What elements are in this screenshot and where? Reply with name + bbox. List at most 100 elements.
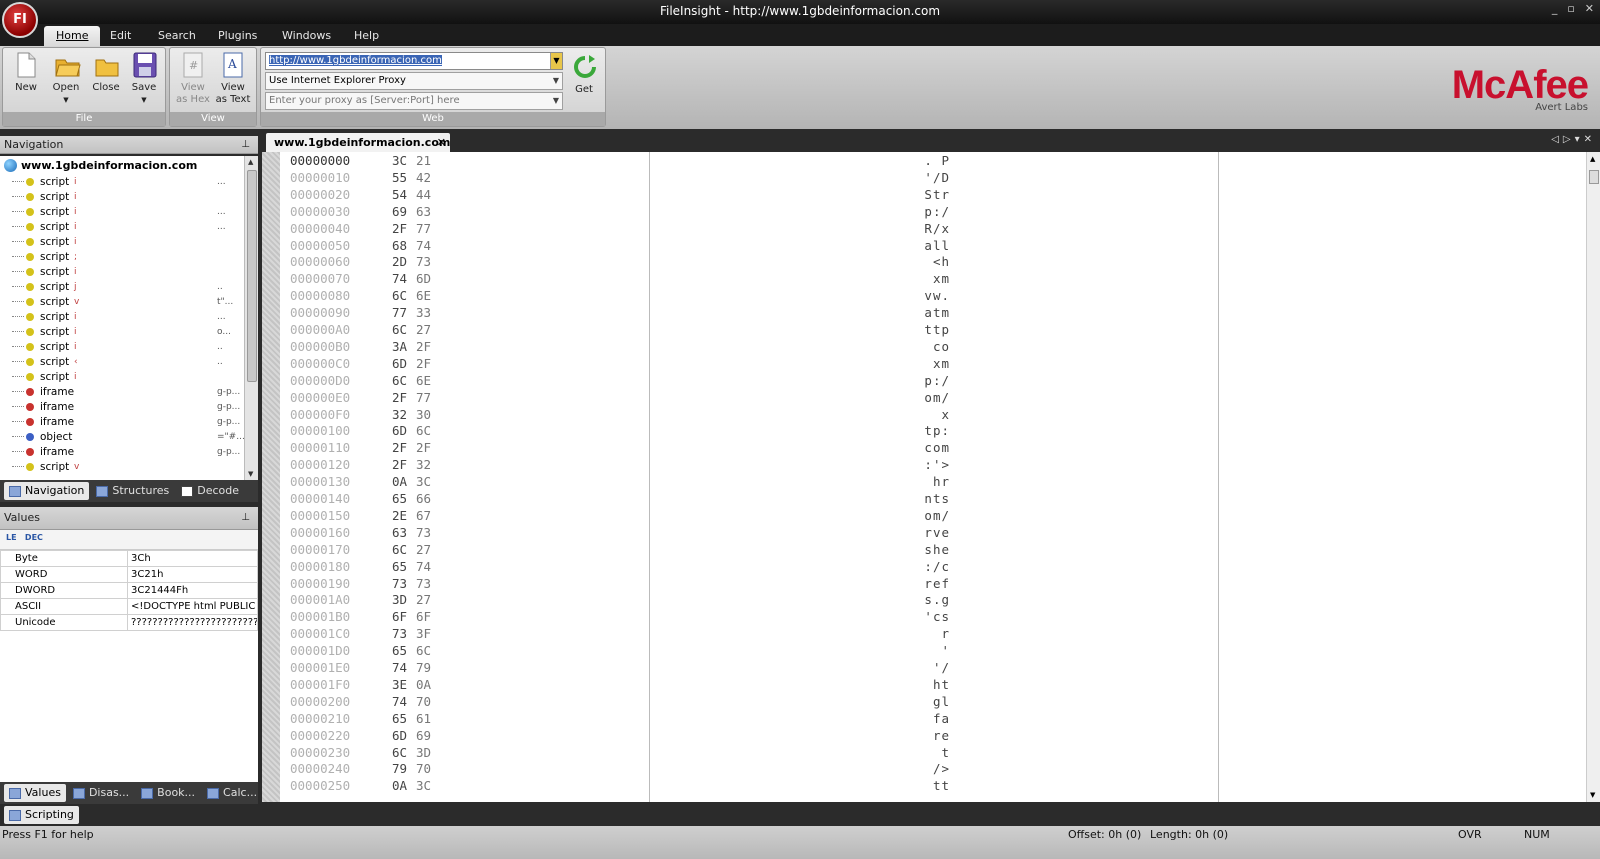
document-tab[interactable]: www.1gbdeinformacion.com ✕ <box>266 133 450 152</box>
scroll-down-icon[interactable]: ▼ <box>1590 791 1595 799</box>
ascii-text[interactable]: '/ <box>912 659 950 676</box>
hex-byte[interactable]: 65 <box>392 642 407 659</box>
hex-byte[interactable]: 21 <box>416 152 431 169</box>
tree-node[interactable]: script i <box>12 369 77 384</box>
view-as-hex-button[interactable]: # View as Hex <box>174 52 212 106</box>
hex-byte[interactable]: 30 <box>416 406 431 423</box>
app-orb-button[interactable]: FI <box>2 2 38 38</box>
tab-decode[interactable]: Decode <box>176 482 244 500</box>
new-button[interactable]: New <box>7 52 45 94</box>
pin-icon[interactable]: ⊥ <box>241 507 250 529</box>
hex-byte[interactable]: 0A <box>392 473 407 490</box>
hex-byte[interactable]: 55 <box>392 169 407 186</box>
tree-node[interactable]: iframe g-p... <box>12 384 240 399</box>
hex-byte[interactable]: 6D <box>392 355 407 372</box>
hex-byte[interactable]: 6F <box>392 608 407 625</box>
tree-node[interactable]: script i <box>12 234 77 249</box>
ascii-text[interactable]: p:/ <box>912 372 950 389</box>
tab-values[interactable]: Values <box>4 784 66 802</box>
proxy-server-field[interactable]: Enter your proxy as [Server:Port] here ▼ <box>265 92 563 110</box>
ascii-text[interactable]: R/x <box>912 220 950 237</box>
hex-byte[interactable]: 3C <box>416 473 431 490</box>
hex-byte[interactable]: 3D <box>416 744 431 761</box>
hex-byte[interactable]: 6C <box>416 642 431 659</box>
hex-byte[interactable]: 63 <box>392 524 407 541</box>
hex-byte[interactable]: 6D <box>392 727 407 744</box>
scroll-down-icon[interactable]: ▼ <box>248 470 253 478</box>
ascii-text[interactable]: s.g <box>912 591 950 608</box>
hex-byte[interactable]: 33 <box>416 304 431 321</box>
ascii-text[interactable]: ht <box>912 676 950 693</box>
ascii-text[interactable]: fa <box>912 710 950 727</box>
hex-byte[interactable]: 2F <box>392 220 407 237</box>
tree-node[interactable]: iframe g-p... <box>12 414 240 429</box>
ascii-text[interactable]: /> <box>912 760 950 777</box>
hex-byte[interactable]: 73 <box>416 524 431 541</box>
ascii-text[interactable]: :'> <box>912 456 950 473</box>
tab-calculator[interactable]: Calc... <box>202 784 262 802</box>
hex-byte[interactable]: 2F <box>416 439 431 456</box>
open-button[interactable]: Open ▼ <box>47 52 85 106</box>
hex-byte[interactable]: 74 <box>416 558 431 575</box>
hex-byte[interactable]: 54 <box>392 186 407 203</box>
hex-byte[interactable]: 6F <box>416 608 431 625</box>
hex-byte[interactable]: 2F <box>392 439 407 456</box>
tree-node[interactable]: script i... <box>12 309 226 324</box>
hex-byte[interactable]: 70 <box>416 693 431 710</box>
hex-byte[interactable]: 6C <box>392 321 407 338</box>
hex-byte[interactable]: 73 <box>392 575 407 592</box>
tree-node[interactable]: script v t"... <box>12 294 233 309</box>
hex-byte[interactable]: 6C <box>392 287 407 304</box>
hex-byte[interactable]: 3D <box>392 591 407 608</box>
hex-byte[interactable]: 6D <box>416 270 431 287</box>
hex-byte[interactable]: 73 <box>416 253 431 270</box>
tab-search[interactable]: Search <box>146 26 208 46</box>
ascii-text[interactable]: she <box>912 541 950 558</box>
hex-byte[interactable]: 2D <box>392 253 407 270</box>
ascii-text[interactable]: . P <box>912 152 950 169</box>
hex-byte[interactable]: 6E <box>416 287 431 304</box>
hex-byte[interactable]: 6C <box>392 744 407 761</box>
tree-root[interactable]: www.1gbdeinformacion.com <box>4 159 197 172</box>
hex-byte[interactable]: 6D <box>392 422 407 439</box>
ascii-text[interactable]: nts <box>912 490 950 507</box>
ascii-text[interactable]: t <box>912 744 950 761</box>
tree-node[interactable]: script i <box>12 189 77 204</box>
hex-byte[interactable]: 65 <box>392 490 407 507</box>
ascii-text[interactable]: x <box>912 406 950 423</box>
ascii-text[interactable]: 'cs <box>912 608 950 625</box>
tab-structures[interactable]: Structures <box>91 482 174 500</box>
hex-byte[interactable]: 74 <box>392 270 407 287</box>
hex-byte[interactable]: 0A <box>416 676 431 693</box>
scroll-thumb[interactable] <box>1589 170 1599 184</box>
hex-byte[interactable]: 3C <box>416 777 431 794</box>
hex-byte[interactable]: 66 <box>416 490 431 507</box>
tree-node[interactable]: script i... <box>12 219 226 234</box>
endian-toggle[interactable]: LE <box>6 533 17 542</box>
hex-byte[interactable]: 77 <box>416 220 431 237</box>
ascii-text[interactable]: tt <box>912 777 950 794</box>
ascii-text[interactable]: ' <box>912 642 950 659</box>
ascii-text[interactable]: re <box>912 727 950 744</box>
ascii-text[interactable]: gl <box>912 693 950 710</box>
tree-node[interactable]: iframe g-p... <box>12 399 240 414</box>
ascii-text[interactable]: <h <box>912 253 950 270</box>
hex-byte[interactable]: 2F <box>416 355 431 372</box>
tree-node[interactable]: script j.. <box>12 279 223 294</box>
ascii-text[interactable]: atm <box>912 304 950 321</box>
save-button[interactable]: Save ▼ <box>125 52 163 106</box>
pin-icon[interactable]: ⊥ <box>241 136 250 154</box>
hex-byte[interactable]: 3E <box>392 676 407 693</box>
values-row[interactable]: ASCII<!DOCTYPE html PUBLIC "-... <box>0 598 258 615</box>
ascii-text[interactable]: om/ <box>912 507 950 524</box>
ascii-text[interactable]: rve <box>912 524 950 541</box>
tab-windows[interactable]: Windows <box>270 26 343 46</box>
scroll-up-icon[interactable]: ▲ <box>248 158 253 166</box>
hex-byte[interactable]: 2E <box>392 507 407 524</box>
tab-edit[interactable]: Edit <box>98 26 143 46</box>
close-window-button[interactable]: ✕ <box>1585 0 1594 18</box>
tab-disassembly[interactable]: Disas... <box>68 784 134 802</box>
hex-byte[interactable]: 65 <box>392 710 407 727</box>
values-row[interactable]: Unicode?????????????????????????? <box>0 614 258 631</box>
hex-byte[interactable]: 63 <box>416 203 431 220</box>
